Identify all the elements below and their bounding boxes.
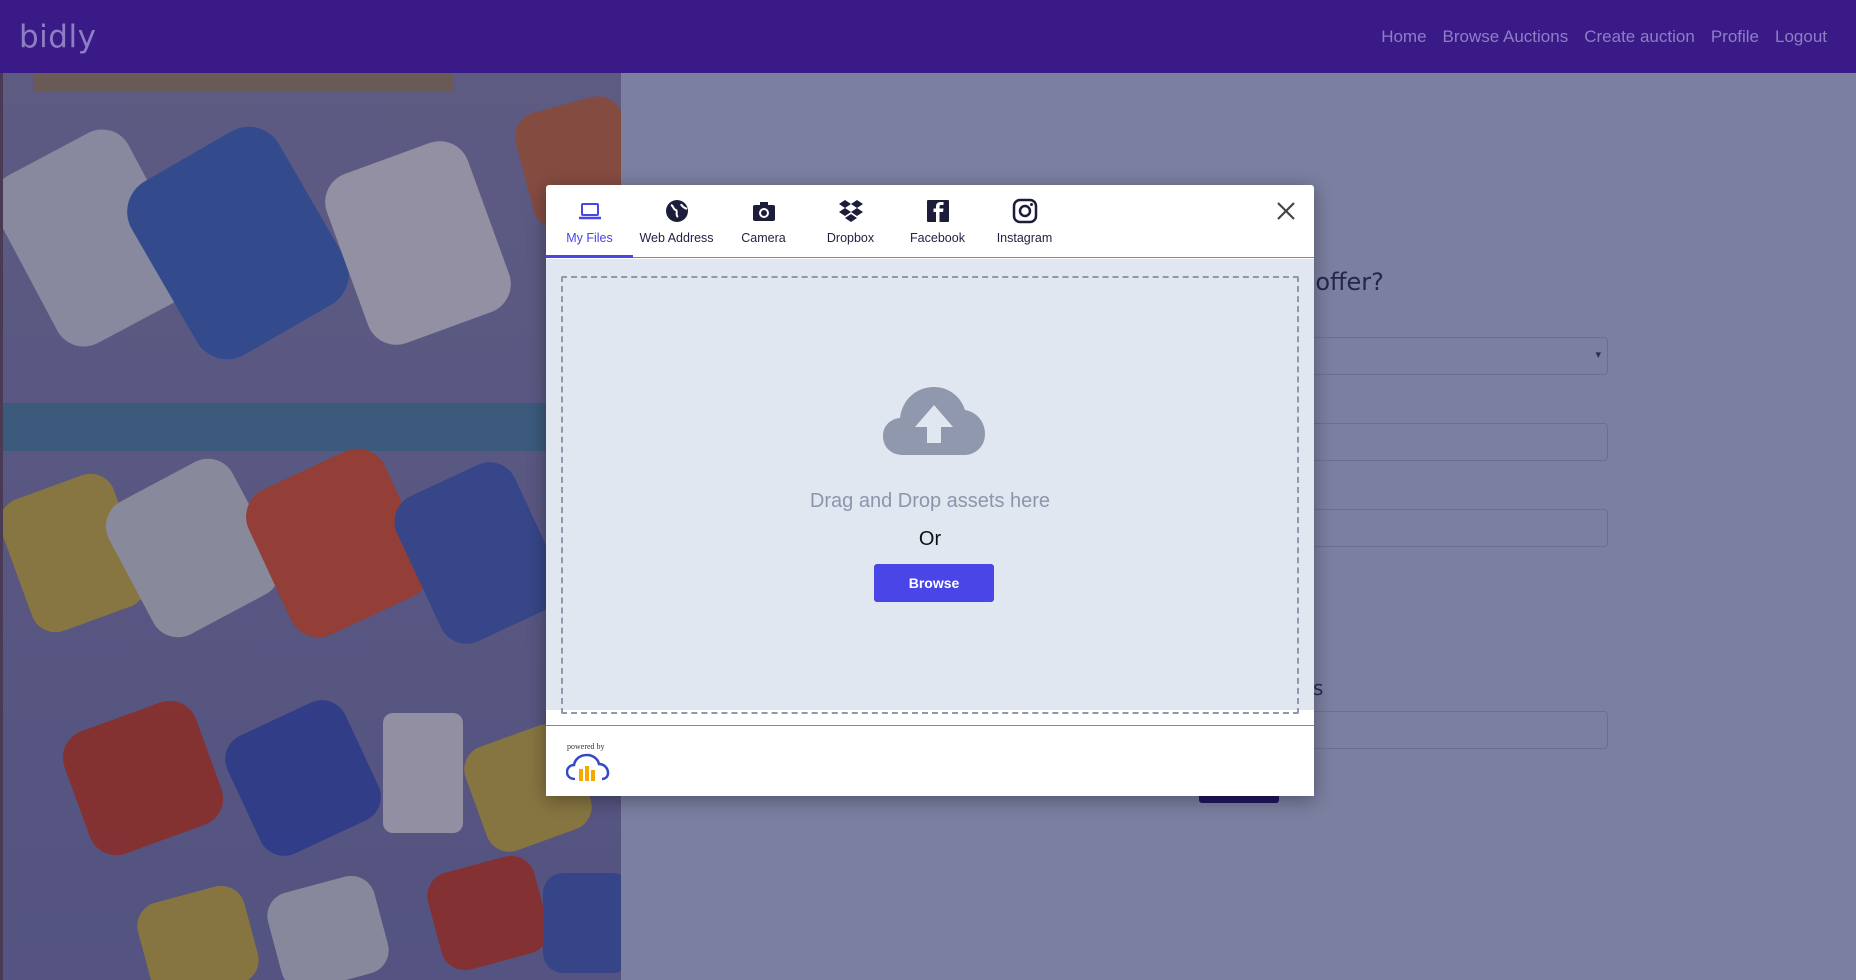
- details-input[interactable]: [1290, 711, 1608, 749]
- tab-label: Instagram: [996, 231, 1053, 245]
- nav-link-profile[interactable]: Profile: [1711, 27, 1759, 47]
- close-icon[interactable]: [1274, 199, 1298, 223]
- upload-tabs-header: My Files Web Address Camera Dropbox Face…: [546, 185, 1314, 258]
- tab-label: Facebook: [910, 231, 965, 245]
- tab-label: Camera: [741, 231, 786, 245]
- cloud-upload-icon: [883, 387, 985, 455]
- nav-link-home[interactable]: Home: [1381, 27, 1426, 47]
- field-label: s: [1313, 676, 1324, 700]
- title-input[interactable]: [1290, 423, 1608, 461]
- tab-web-address[interactable]: Web Address: [633, 185, 720, 258]
- mugs-illustration: [3, 73, 621, 980]
- cloudinary-logo-icon[interactable]: [566, 753, 610, 783]
- tab-label: My Files: [566, 231, 613, 245]
- nav-link-browse-auctions[interactable]: Browse Auctions: [1443, 27, 1569, 47]
- upload-widget-modal: My Files Web Address Camera Dropbox Face…: [546, 185, 1314, 796]
- nav-links: Home Browse Auctions Create auction Prof…: [1381, 27, 1837, 47]
- upload-footer: powered by: [546, 725, 1314, 796]
- upload-body: Drag and Drop assets here Or Browse: [546, 259, 1314, 714]
- laptop-icon: [578, 203, 601, 220]
- instagram-icon: [1012, 198, 1037, 224]
- source-tabs: My Files Web Address Camera Dropbox Face…: [546, 185, 1068, 258]
- tab-label: Dropbox: [826, 231, 875, 245]
- powered-by-text: powered by: [567, 742, 605, 751]
- tab-my-files[interactable]: My Files: [546, 185, 633, 258]
- dropbox-icon: [838, 200, 863, 222]
- browse-button[interactable]: Browse: [874, 564, 994, 602]
- caret-down-icon: ▾: [1595, 349, 1601, 361]
- drop-zone[interactable]: Drag and Drop assets here Or Browse: [561, 276, 1299, 714]
- category-select[interactable]: ▾: [1290, 337, 1608, 375]
- facebook-icon: [926, 200, 949, 222]
- tab-camera[interactable]: Camera: [720, 185, 807, 258]
- tab-facebook[interactable]: Facebook: [894, 185, 981, 258]
- brand-logo[interactable]: bidly: [19, 19, 96, 55]
- price-input[interactable]: [1290, 509, 1608, 547]
- drop-instructions: Drag and Drop assets here: [809, 490, 1051, 512]
- camera-icon: [752, 202, 775, 221]
- tab-label: Web Address: [639, 231, 714, 245]
- hero-image: [0, 73, 621, 980]
- or-separator: Or: [918, 528, 942, 550]
- globe-icon: [665, 200, 688, 222]
- navbar: bidly Home Browse Auctions Create auctio…: [0, 0, 1856, 73]
- tab-dropbox[interactable]: Dropbox: [807, 185, 894, 258]
- nav-link-create-auction[interactable]: Create auction: [1584, 27, 1695, 47]
- tab-instagram[interactable]: Instagram: [981, 185, 1068, 258]
- nav-link-logout[interactable]: Logout: [1775, 27, 1827, 47]
